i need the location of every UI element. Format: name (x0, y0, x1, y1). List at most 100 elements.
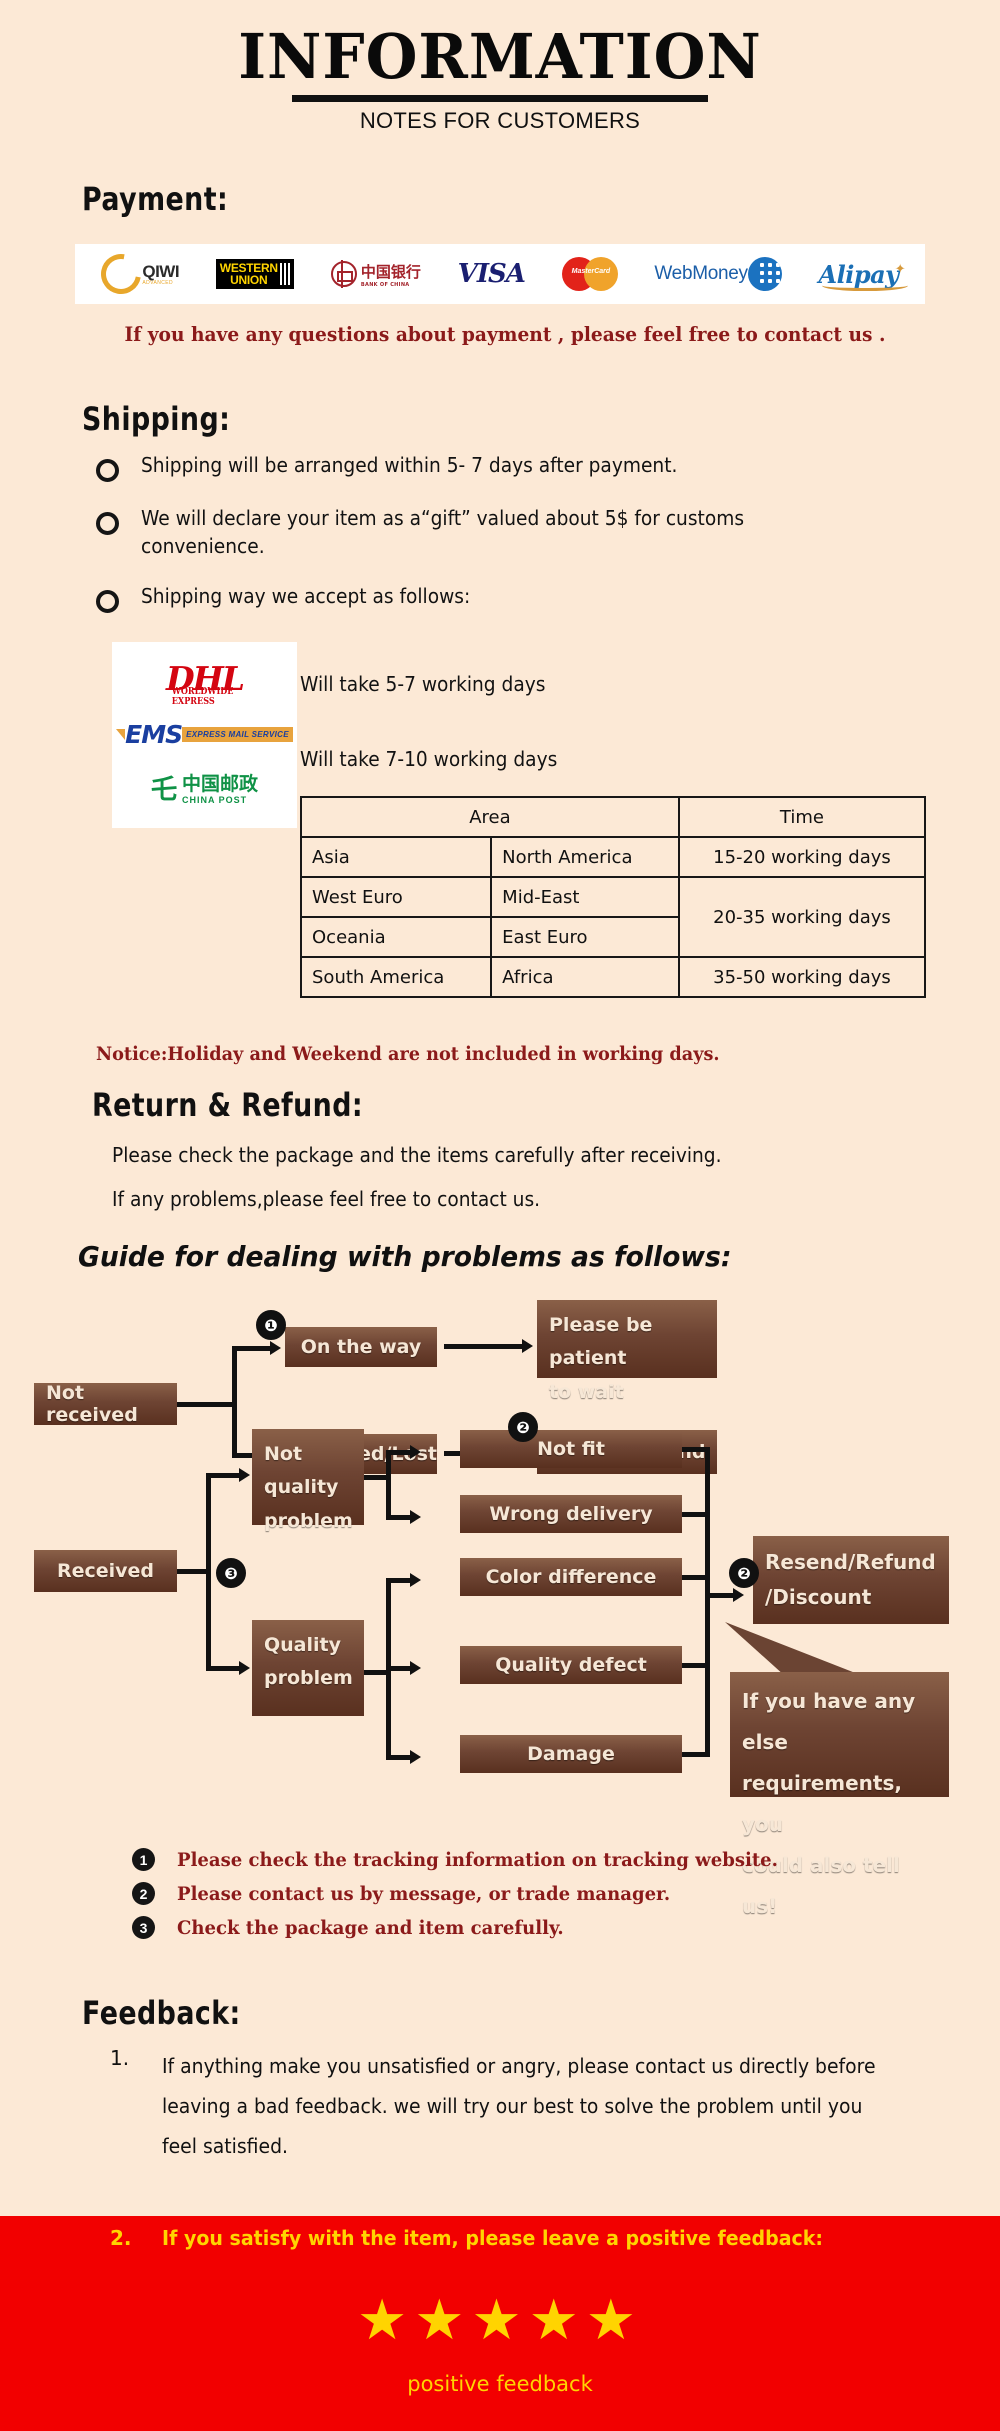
flowchart-legend: 1 Please check the tracking information … (132, 1848, 810, 1950)
china-post-mark-icon: 乇 (150, 775, 177, 805)
table-header-time: Time (677, 796, 927, 838)
shipping-time-table: Area Time Asia North America 15-20 worki… (299, 796, 927, 998)
page-header: INFORMATION NOTES FOR CUSTOMERS (0, 0, 1000, 134)
feedback-item-1-number: 1. (110, 2046, 130, 2070)
table-row: West Euro Mid-East 20-35 working days (299, 876, 927, 958)
cell-area1: Asia (299, 836, 493, 878)
flow-node-wrong-delivery: Wrong delivery (460, 1495, 682, 1533)
flow-arrow (522, 1339, 533, 1353)
flow-arrow (733, 1588, 744, 1602)
payment-note: If you have any questions about payment … (124, 322, 886, 346)
webmoney-mark-icon (747, 257, 782, 291)
flow-node-received: Received (34, 1550, 177, 1592)
alipay-swoosh-icon (822, 279, 909, 291)
flow-connector (206, 1473, 241, 1478)
webmoney-icon: WebMoney (654, 251, 782, 297)
flow-badge-1: ❶ (256, 1310, 286, 1340)
cell-area1: South America (299, 956, 493, 998)
information-page: INFORMATION NOTES FOR CUSTOMERS Payment:… (0, 0, 1000, 2431)
flow-arrow (239, 1468, 250, 1482)
cell-time: 35-50 working days (677, 956, 927, 998)
legend-badge-2: 2 (132, 1882, 155, 1905)
payment-methods-strip: QIWI ADVANCED WESTERN UNION 中国银行 BANK OF… (75, 244, 925, 304)
table-header-area: Area (300, 796, 680, 838)
cell-area2: East Euro (490, 916, 680, 958)
flow-node-resend-refund-discount: Resend/Refund /Discount (753, 1536, 949, 1624)
flow-connector (386, 1450, 391, 1520)
flow-node-not-received: Not received (34, 1382, 177, 1426)
flow-node-quality-problem: Quality problem (252, 1620, 364, 1716)
legend-badge-3: 3 (132, 1916, 155, 1939)
flow-callout-extra-requirements: If you have any else requirements, you c… (730, 1672, 949, 1918)
china-post-label: 中国邮政 (182, 773, 259, 795)
table-row: Asia North America 15-20 working days (299, 836, 927, 878)
flow-arrow (410, 1750, 421, 1764)
cell-area2: Mid-East (490, 876, 680, 918)
title-underline (292, 95, 708, 102)
flow-arrow (410, 1661, 421, 1675)
bullet-icon (96, 512, 119, 535)
list-item: We will declare your item as a“gift” val… (96, 505, 956, 560)
qiwi-label: QIWI (142, 262, 180, 281)
list-item: Shipping way we accept as follows: (96, 583, 956, 614)
wu-bars-icon (279, 263, 291, 285)
boc-mark-icon (330, 260, 357, 288)
cell-time: 15-20 working days (677, 836, 927, 878)
ems-logo: EMS EXPRESS MAIL SERVICE (112, 706, 297, 762)
table-row: South America Africa 35-50 working days (299, 956, 927, 998)
flow-arrow (410, 1510, 421, 1524)
feedback-item-2-number: 2. (110, 2226, 132, 2250)
return-line-1: Please check the package and the items c… (112, 1143, 722, 1167)
cell-time: 20-35 working days (677, 876, 927, 958)
qiwi-ring-icon (93, 246, 150, 302)
boc-sublabel: BANK OF CHINA (360, 281, 410, 288)
alipay-icon: Alipay ✦ (818, 251, 909, 297)
cell-area2: North America (490, 836, 680, 878)
legend-badge-1: 1 (132, 1848, 155, 1871)
mastercard-label: MasterCard (571, 268, 611, 275)
ems-sublabel: EXPRESS MAIL SERVICE (182, 726, 293, 742)
flow-connector (386, 1755, 412, 1760)
flow-connector (206, 1473, 211, 1671)
ems-time: Will take 7-10 working days (300, 747, 558, 771)
boc-label: 中国银行 BANK OF CHINA (360, 262, 421, 288)
feedback-item-2: 2. If you satisfy with the item, please … (110, 2226, 858, 2250)
visa-icon: VISA (457, 259, 526, 289)
feedback-heading: Feedback: (82, 1994, 241, 2032)
flow-arrow (270, 1341, 281, 1355)
positive-feedback-caption: positive feedback (407, 2372, 593, 2396)
shipping-bullets: Shipping will be arranged within 5- 7 da… (96, 452, 956, 636)
flow-node-on-the-way: On the way (285, 1327, 437, 1367)
mastercard-icon: MasterCard (561, 251, 618, 297)
dhl-sublabel: WORLDWIDE EXPRESS (171, 686, 234, 707)
problem-guide-flowchart: Not received ❶ On the way Returned/Lost … (0, 1290, 1000, 1918)
qiwi-icon: QIWI ADVANCED (93, 246, 180, 302)
working-days-notice: Notice:Holiday and Weekend are not inclu… (96, 1043, 720, 1065)
flow-connector (386, 1515, 412, 1520)
flow-arrow (410, 1445, 421, 1459)
list-item: 3 Check the package and item carefully. (132, 1916, 810, 1939)
flow-node-not-quality-problem: Not quality problem (252, 1429, 364, 1532)
feedback-item-1-text: If anything make you unsatisfied or angr… (162, 2054, 876, 2158)
dhl-logo: DHL WORLDWIDE EXPRESS (112, 650, 297, 707)
wu-line2: UNION (230, 273, 268, 287)
flow-connector (232, 1346, 272, 1351)
flow-connector (206, 1666, 241, 1671)
flow-connector (386, 1666, 412, 1671)
return-line-2: If any problems,please feel free to cont… (112, 1187, 541, 1211)
feedback-item-1: 1. If anything make you unsatisfied or a… (110, 2046, 930, 2166)
flow-arrow (410, 1573, 421, 1587)
list-item: 1 Please check the tracking information … (132, 1848, 810, 1871)
flow-node-quality-defect: Quality defect (460, 1646, 682, 1684)
cell-area2: Africa (490, 956, 680, 998)
page-title: INFORMATION (238, 20, 762, 93)
flow-node-color-difference: Color difference (460, 1558, 682, 1596)
bullet-icon (96, 459, 119, 482)
flow-connector (444, 1344, 524, 1349)
flow-arrow (239, 1661, 250, 1675)
cell-area1: West Euro (299, 876, 493, 918)
star-rating-icon: ★★★★★ (356, 2288, 643, 2351)
flow-connector (232, 1346, 237, 1458)
flow-badge-3: ❸ (216, 1558, 246, 1588)
payment-heading: Payment: (82, 180, 229, 218)
